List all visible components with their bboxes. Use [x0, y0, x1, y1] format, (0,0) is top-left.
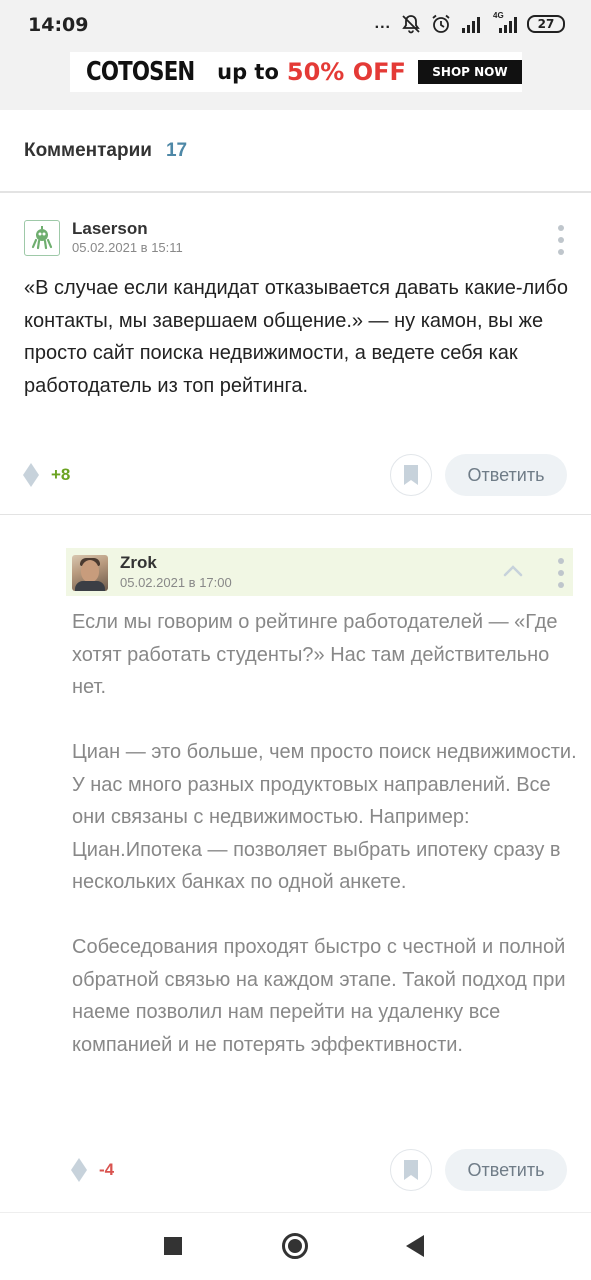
system-nav-bar: [0, 1212, 591, 1280]
back-triangle-icon[interactable]: [406, 1235, 424, 1257]
ad-banner[interactable]: COTOSEN up to 50% OFF SHOP NOW: [70, 52, 522, 92]
bookmark-button[interactable]: [390, 1149, 432, 1191]
status-icons: ... 4G 27: [374, 11, 565, 34]
ad-offer: 50% OFF: [286, 58, 406, 86]
signal-4g-icon: 4G: [493, 11, 517, 33]
ad-shop-now-button[interactable]: SHOP NOW: [417, 60, 522, 84]
divider: [0, 191, 591, 193]
vote-diamond-icon[interactable]: [23, 463, 39, 487]
comment-date[interactable]: 05.02.2021 в 17:00: [120, 575, 232, 590]
comment-text: «В случае если кандидат отказывается дав…: [24, 277, 568, 397]
ad-band: COTOSEN up to 50% OFF SHOP NOW: [0, 52, 591, 110]
comment-author[interactable]: Zrok: [120, 553, 157, 573]
chevron-up-icon[interactable]: [503, 563, 523, 577]
notification-dots: ...: [374, 15, 391, 32]
comments-title: Комментарии: [24, 140, 152, 161]
comments-header: Комментарии 17: [24, 140, 187, 162]
home-circle-icon[interactable]: [282, 1233, 308, 1259]
status-time: 14:09: [28, 14, 89, 36]
more-vertical-icon[interactable]: [557, 558, 565, 588]
ad-up-to: up to: [217, 60, 279, 84]
signal-icon: [462, 17, 480, 33]
recents-square-icon[interactable]: [164, 1237, 182, 1255]
robot-avatar-icon: [31, 226, 53, 250]
divider: [0, 514, 591, 515]
reply-paragraph: Если мы говорим о рейтинге работодателей…: [72, 611, 558, 698]
avatar[interactable]: [72, 555, 108, 591]
bookmark-button[interactable]: [390, 454, 432, 496]
reply-paragraph: Собеседования проходят быстро с честной …: [72, 936, 566, 1056]
comment-date[interactable]: 05.02.2021 в 15:11: [72, 240, 183, 255]
alarm-icon: [432, 14, 450, 33]
comment-author[interactable]: Laserson: [72, 219, 148, 239]
reply-button[interactable]: Ответить: [445, 1149, 567, 1191]
avatar[interactable]: [24, 220, 60, 256]
comment-score: -4: [99, 1160, 115, 1179]
reply-paragraph: Циан — это больше, чем просто поиск недв…: [72, 741, 577, 893]
status-bar: 14:09 ... 4G 27: [0, 0, 591, 52]
bell-muted-icon: [402, 15, 420, 34]
more-vertical-icon[interactable]: [557, 225, 565, 255]
comment-score: +8: [51, 465, 71, 484]
ad-brand: COTOSEN: [86, 57, 195, 87]
reply-button[interactable]: Ответить: [445, 454, 567, 496]
comments-count: 17: [165, 140, 188, 161]
bookmark-icon: [404, 1160, 418, 1180]
battery-indicator: 27: [527, 15, 565, 33]
reply-text: Если мы говорим о рейтинге работодателей…: [72, 606, 582, 1061]
vote-diamond-icon[interactable]: [71, 1158, 87, 1182]
bookmark-icon: [404, 465, 418, 485]
